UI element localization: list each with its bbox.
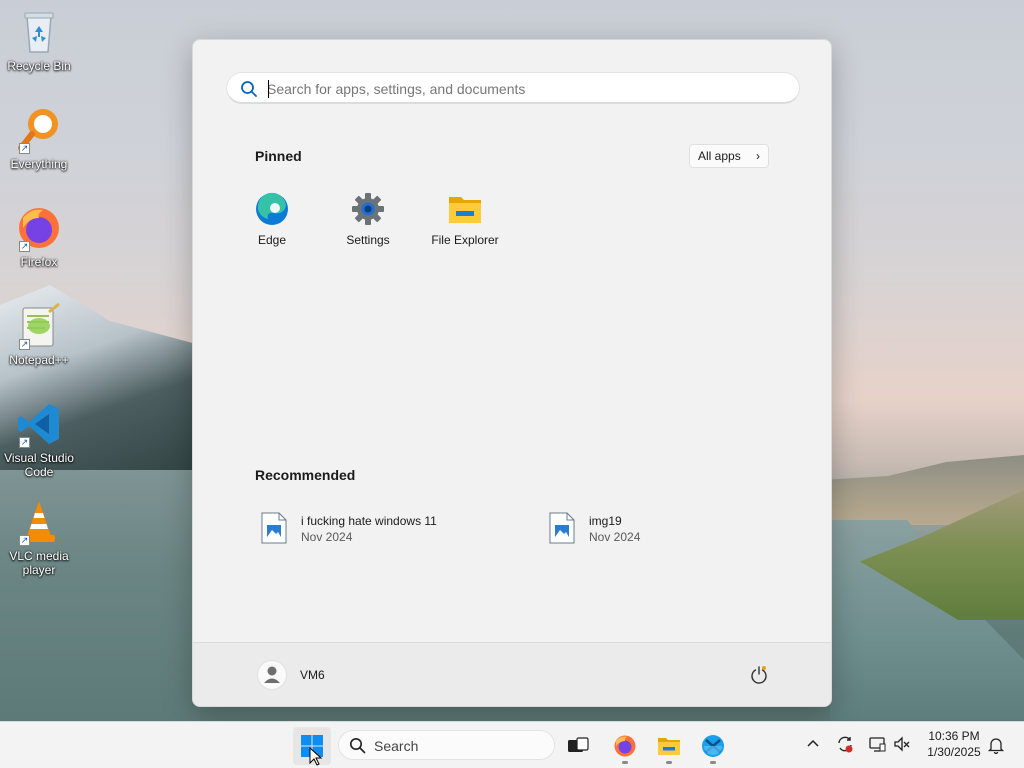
start-search-box[interactable] (226, 72, 800, 104)
desktop-icon-everything[interactable]: ↗ Everything (0, 106, 78, 171)
shortcut-arrow-icon: ↗ (19, 143, 30, 154)
desktop-icon-vlc[interactable]: ↗ VLC media player (0, 498, 78, 577)
notification-bell-icon[interactable] (987, 736, 1005, 754)
pinned-app-label: File Explorer (431, 233, 499, 247)
firefox-icon: ↗ (15, 204, 63, 252)
text-caret (268, 80, 269, 98)
recommended-title: Recommended (255, 467, 356, 483)
desktop-icon-notepadpp[interactable]: ↗ Notepad++ (0, 302, 78, 367)
shortcut-arrow-icon: ↗ (19, 241, 30, 252)
snipping-tool-icon (702, 735, 724, 757)
user-avatar[interactable] (257, 660, 287, 690)
pinned-app-settings[interactable]: Settings (320, 186, 416, 256)
task-view-icon (568, 737, 589, 752)
all-apps-label: All apps (698, 149, 741, 163)
running-indicator (666, 761, 672, 764)
taskbar-search[interactable]: Search (338, 730, 555, 760)
recommended-item-date: Nov 2024 (301, 530, 353, 544)
recommended-item-date: Nov 2024 (589, 530, 641, 544)
clock-date: 1/30/2025 (927, 745, 981, 759)
taskbar-app-snipping-tool[interactable] (694, 727, 732, 765)
chevron-up-icon[interactable] (804, 735, 822, 753)
task-view-button[interactable] (559, 727, 597, 765)
start-search-input[interactable] (267, 79, 767, 99)
desktop-icon-recycle-bin[interactable]: Recycle Bin (0, 8, 78, 73)
settings-gear-icon (350, 191, 386, 227)
recommended-item[interactable]: img19 Nov 2024 (549, 508, 809, 548)
taskbar: Search 10:36 PM 1/30/2025 (0, 721, 1024, 768)
recycle-bin-icon (15, 8, 63, 56)
desktop-icon-label: Everything (10, 157, 68, 171)
network-icon[interactable] (868, 735, 886, 753)
search-icon (241, 81, 257, 97)
taskbar-app-firefox[interactable] (606, 727, 644, 765)
pinned-app-file-explorer[interactable]: File Explorer (417, 186, 513, 256)
user-icon (264, 666, 280, 683)
pinned-app-label: Edge (257, 233, 287, 247)
desktop-icon-label: Recycle Bin (7, 59, 71, 73)
pinned-title: Pinned (255, 148, 302, 164)
pinned-app-edge[interactable]: Edge (224, 186, 320, 256)
running-indicator (622, 761, 628, 764)
desktop-icon-label: Visual Studio Code (4, 451, 74, 479)
recommended-item[interactable]: i fucking hate windows 11 Nov 2024 (261, 508, 521, 548)
pinned-app-label: Settings (346, 233, 390, 247)
power-icon[interactable] (749, 665, 769, 685)
start-button[interactable] (293, 727, 331, 766)
taskbar-app-file-explorer[interactable] (650, 727, 688, 765)
sync-icon[interactable] (836, 735, 854, 753)
edge-icon (254, 191, 290, 227)
recommended-item-name: i fucking hate windows 11 (301, 514, 437, 528)
taskbar-clock[interactable]: 10:36 PM 1/30/2025 (920, 728, 988, 760)
notepad-plus-plus-icon: ↗ (15, 302, 63, 350)
user-bar: VM6 (193, 642, 831, 706)
all-apps-button[interactable]: All apps › (689, 144, 769, 168)
desktop-icon-label: Firefox (20, 255, 58, 269)
start-menu: Pinned All apps › Edge (192, 39, 832, 707)
file-explorer-icon (447, 191, 483, 227)
desktop-icon-vscode[interactable]: ↗ Visual Studio Code (0, 400, 78, 479)
search-icon (350, 738, 366, 754)
taskbar-search-label: Search (374, 738, 419, 754)
clock-time: 10:36 PM (928, 729, 980, 743)
shortcut-arrow-icon: ↗ (19, 437, 30, 448)
shortcut-arrow-icon: ↗ (19, 535, 30, 546)
desktop-icon-label: Notepad++ (9, 353, 69, 367)
desktop-icon-label: VLC media player (9, 549, 69, 577)
desktop-icon-firefox[interactable]: ↗ Firefox (0, 204, 78, 269)
volume-muted-icon[interactable] (893, 735, 911, 753)
running-indicator (710, 761, 716, 764)
firefox-icon (614, 735, 636, 757)
mouse-cursor-icon (309, 747, 323, 766)
image-file-icon (261, 512, 287, 544)
image-file-icon (549, 512, 575, 544)
user-name[interactable]: VM6 (300, 668, 325, 682)
shortcut-arrow-icon: ↗ (19, 339, 30, 350)
file-explorer-icon (658, 738, 680, 755)
recommended-item-name: img19 (589, 514, 622, 528)
chevron-right-icon: › (756, 149, 760, 163)
vlc-icon: ↗ (15, 498, 63, 546)
everything-search-icon: ↗ (15, 106, 63, 154)
vscode-icon: ↗ (15, 400, 63, 448)
